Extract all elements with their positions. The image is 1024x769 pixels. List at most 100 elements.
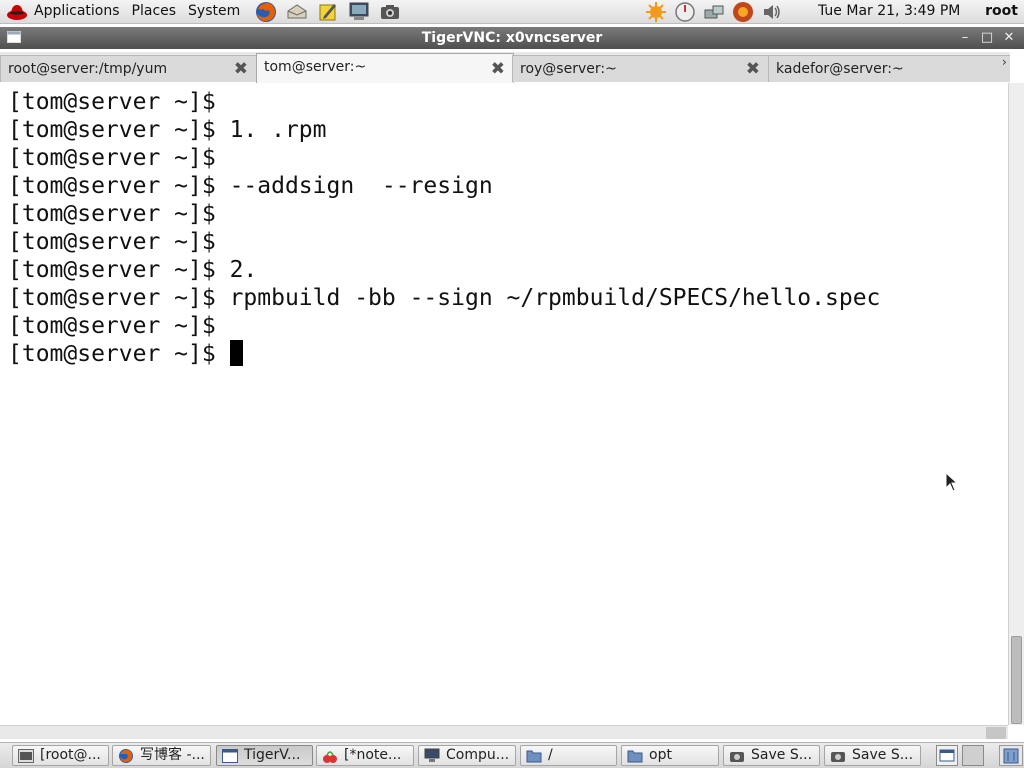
prompt: [tom@server ~]$ bbox=[8, 201, 216, 227]
workspace-2[interactable] bbox=[962, 745, 984, 766]
tab-kadefor[interactable]: kadefor@server:~ bbox=[768, 55, 1010, 82]
horizontal-scrollbar-thumb[interactable] bbox=[986, 727, 1006, 739]
volume-icon[interactable] bbox=[761, 1, 783, 23]
command bbox=[216, 341, 230, 367]
task-firefox[interactable]: 写博客 -... bbox=[112, 745, 211, 766]
tab-scroll-right-icon[interactable]: › bbox=[1002, 55, 1010, 82]
prompt: [tom@server ~]$ bbox=[8, 173, 216, 199]
task-tigervnc[interactable]: TigerV... bbox=[216, 745, 313, 766]
launchers bbox=[254, 1, 402, 23]
firefox-tray-icon[interactable] bbox=[732, 1, 754, 23]
firefox-icon[interactable] bbox=[254, 1, 278, 23]
clock-applet-icon[interactable] bbox=[674, 1, 696, 23]
task-folder-opt[interactable]: opt bbox=[621, 745, 719, 766]
terminal-line: [tom@server ~]$ 2. bbox=[8, 256, 1008, 284]
tab-label: kadefor@server:~ bbox=[776, 61, 904, 77]
terminal-output[interactable]: [tom@server ~]$ [tom@server ~]$ 1. .rpm … bbox=[0, 83, 1008, 725]
command: rpmbuild -bb --sign ~/rpmbuild/SPECS/hel… bbox=[215, 285, 881, 311]
task-notes[interactable]: [*note... bbox=[316, 745, 414, 766]
terminal-icon bbox=[18, 748, 34, 764]
prompt: [tom@server ~]$ bbox=[8, 341, 216, 367]
terminal-line: [tom@server ~]$ bbox=[8, 144, 1008, 172]
task-label: Compu... bbox=[446, 747, 510, 763]
terminal-line: [tom@server ~]$ 1. .rpm bbox=[8, 116, 1008, 144]
folder-icon bbox=[627, 748, 643, 764]
close-tab-icon[interactable]: ✖ bbox=[491, 56, 505, 82]
terminal-line: [tom@server ~]$ bbox=[8, 340, 1008, 368]
prompt: [tom@server ~]$ bbox=[8, 145, 216, 171]
command: 2. bbox=[215, 257, 258, 283]
text-editor-icon[interactable] bbox=[316, 1, 340, 23]
redhat-logo-icon bbox=[6, 2, 28, 22]
prompt: [tom@server ~]$ bbox=[8, 285, 216, 311]
updates-icon[interactable] bbox=[645, 1, 667, 23]
applications-menu[interactable]: Applications bbox=[0, 0, 126, 24]
tab-roy[interactable]: roy@server:~ ✖ bbox=[512, 55, 769, 82]
horizontal-scrollbar[interactable] bbox=[0, 725, 1008, 739]
text-cursor bbox=[229, 340, 243, 366]
prompt: [tom@server ~]$ bbox=[8, 313, 216, 339]
prompt: [tom@server ~]$ bbox=[8, 229, 216, 255]
tab-tom[interactable]: tom@server:~ ✖ bbox=[256, 53, 514, 83]
task-label: Save S... bbox=[751, 747, 813, 763]
computer-icon bbox=[424, 748, 440, 764]
terminal-line: [tom@server ~]$ bbox=[8, 228, 1008, 256]
firefox-icon bbox=[118, 748, 134, 764]
task-label: Save S... bbox=[852, 747, 914, 763]
terminal-line: [tom@server ~]$ bbox=[8, 200, 1008, 228]
terminal-tabbar: root@server:/tmp/yum ✖ tom@server:~ ✖ ro… bbox=[0, 52, 1010, 83]
system-tray bbox=[645, 0, 783, 24]
window-titlebar[interactable]: TigerVNC: x0vncserver – □ ✕ bbox=[0, 27, 1024, 49]
task-label: [root@... bbox=[40, 747, 101, 763]
mail-icon[interactable] bbox=[285, 1, 309, 23]
camera-icon bbox=[830, 748, 846, 764]
applications-menu-label: Applications bbox=[34, 3, 120, 19]
window-icon bbox=[222, 748, 238, 764]
prompt: [tom@server ~]$ bbox=[8, 257, 216, 283]
clock[interactable]: Tue Mar 21, 3:49 PM bbox=[818, 0, 960, 24]
command: 1. .rpm bbox=[215, 117, 327, 143]
close-window-icon[interactable]: ✕ bbox=[1000, 29, 1018, 47]
window-title: TigerVNC: x0vncserver bbox=[421, 30, 603, 46]
workspace-1[interactable] bbox=[936, 745, 958, 766]
task-folder-root[interactable]: / bbox=[520, 745, 617, 766]
top-panel: Applications Places System Tue Mar 21, 3… bbox=[0, 0, 1024, 24]
main-menu: Applications Places System bbox=[0, 0, 246, 24]
screenshot-icon[interactable] bbox=[378, 1, 402, 23]
user-name[interactable]: root bbox=[985, 0, 1018, 24]
task-label: 写博客 -... bbox=[140, 747, 205, 763]
minimize-icon[interactable]: – bbox=[956, 29, 974, 47]
command: --addsign --resign bbox=[215, 173, 493, 199]
tab-label: tom@server:~ bbox=[264, 59, 367, 75]
terminal-line: [tom@server ~]$ rpmbuild -bb --sign ~/rp… bbox=[8, 284, 1008, 312]
task-label: TigerV... bbox=[244, 747, 301, 763]
trash-icon[interactable] bbox=[999, 745, 1023, 766]
bottom-taskbar: [root@... 写博客 -... TigerV... [*note... C… bbox=[0, 742, 1024, 768]
terminal-line: [tom@server ~]$ --addsign --resign bbox=[8, 172, 1008, 200]
network-icon[interactable] bbox=[703, 1, 725, 23]
task-computer[interactable]: Compu... bbox=[418, 745, 516, 766]
folder-icon bbox=[526, 748, 542, 764]
terminal-launcher-icon[interactable] bbox=[347, 1, 371, 23]
terminal-line: [tom@server ~]$ bbox=[8, 312, 1008, 340]
prompt: [tom@server ~]$ bbox=[8, 89, 216, 115]
task-save-screenshot-2[interactable]: Save S... bbox=[824, 745, 921, 766]
places-menu[interactable]: Places bbox=[126, 0, 183, 24]
close-tab-icon[interactable]: ✖ bbox=[234, 56, 248, 82]
task-save-screenshot-1[interactable]: Save S... bbox=[723, 745, 820, 766]
mouse-pointer-icon bbox=[945, 472, 959, 492]
prompt: [tom@server ~]$ bbox=[8, 117, 216, 143]
system-menu[interactable]: System bbox=[182, 0, 246, 24]
close-tab-icon[interactable]: ✖ bbox=[746, 56, 760, 82]
task-label: / bbox=[548, 747, 553, 763]
task-root-terminal[interactable]: [root@... bbox=[12, 745, 109, 766]
vertical-scrollbar[interactable] bbox=[1008, 83, 1024, 725]
terminal-line: [tom@server ~]$ bbox=[8, 88, 1008, 116]
notes-icon bbox=[322, 748, 338, 764]
maximize-icon[interactable]: □ bbox=[978, 29, 996, 47]
task-label: opt bbox=[649, 747, 672, 763]
vertical-scrollbar-thumb[interactable] bbox=[1011, 636, 1022, 724]
camera-icon bbox=[729, 748, 745, 764]
tab-root-tmp-yum[interactable]: root@server:/tmp/yum ✖ bbox=[0, 55, 257, 82]
tab-label: root@server:/tmp/yum bbox=[8, 61, 168, 77]
